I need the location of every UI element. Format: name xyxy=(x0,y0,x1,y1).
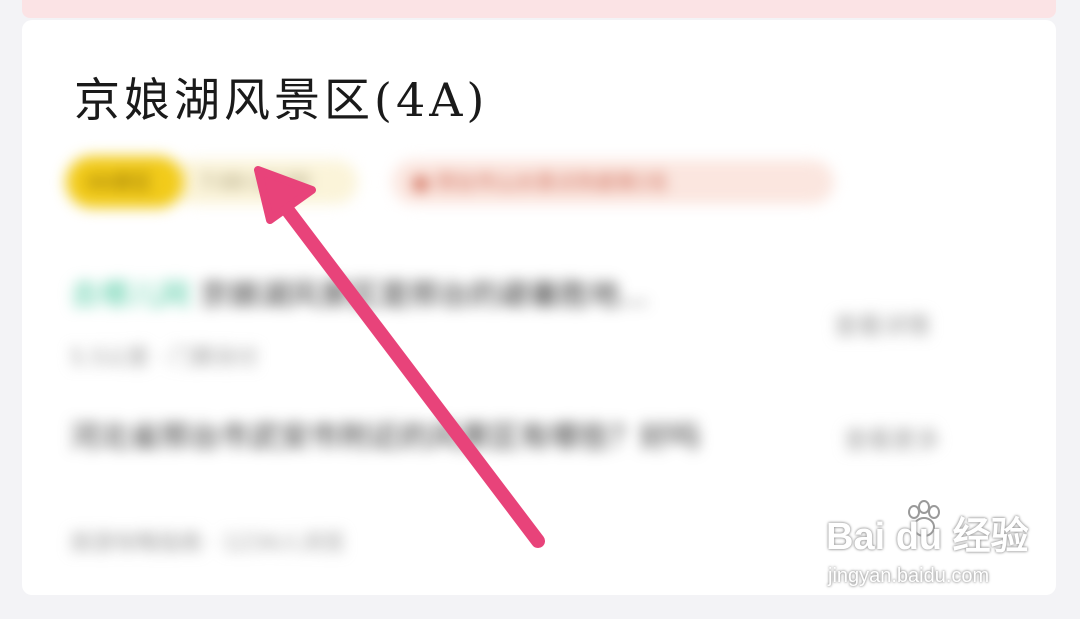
review-meta-2: 旅游攻略指南 · 1234人浏览 xyxy=(70,531,345,556)
fire-icon: ● xyxy=(412,170,436,194)
open-time-tag[interactable]: 7:00-18:00 xyxy=(172,160,358,204)
review-item-2[interactable]: 河北省邢台市武安市附近的风景区有哪些？好吗 xyxy=(70,412,790,464)
level-tag-text: 4A景区 xyxy=(86,170,153,194)
review-link-1[interactable]: 查看详情 xyxy=(834,306,930,341)
level-tag[interactable]: 4A景区 xyxy=(66,156,184,208)
watermark-url: jingyan.baidu.com xyxy=(828,565,990,587)
page: 京娘湖风景区(4A) 7:00-18:00 4A景区 ● 邢台市山水景点热度第2… xyxy=(0,0,1080,619)
open-time-text: 7:00-18:00 xyxy=(200,170,310,194)
ranking-text: 邢台市山水景点热度第2名 xyxy=(435,170,669,194)
previous-card-strip xyxy=(22,0,1056,18)
source-label: 去哪儿网 xyxy=(70,278,190,313)
review-text-1: 京娘湖风景区是邢台的避暑胜地... xyxy=(199,278,649,313)
review-item-1[interactable]: 去哪儿网 京娘湖风景区是邢台的避暑胜地... xyxy=(70,270,648,314)
review-meta-1: 5.5公里 · 门票另付 xyxy=(70,346,258,371)
watermark-brand: Bai du 经验 xyxy=(826,516,1029,558)
ranking-tag[interactable]: ● 邢台市山水景点热度第2名 xyxy=(392,160,834,204)
baidu-watermark: Bai du 经验 jingyan.baidu.com xyxy=(826,500,1029,596)
scenic-title[interactable]: 京娘湖风景区(4A) xyxy=(74,72,488,128)
review-link-2[interactable]: 查看更多 xyxy=(844,420,940,455)
